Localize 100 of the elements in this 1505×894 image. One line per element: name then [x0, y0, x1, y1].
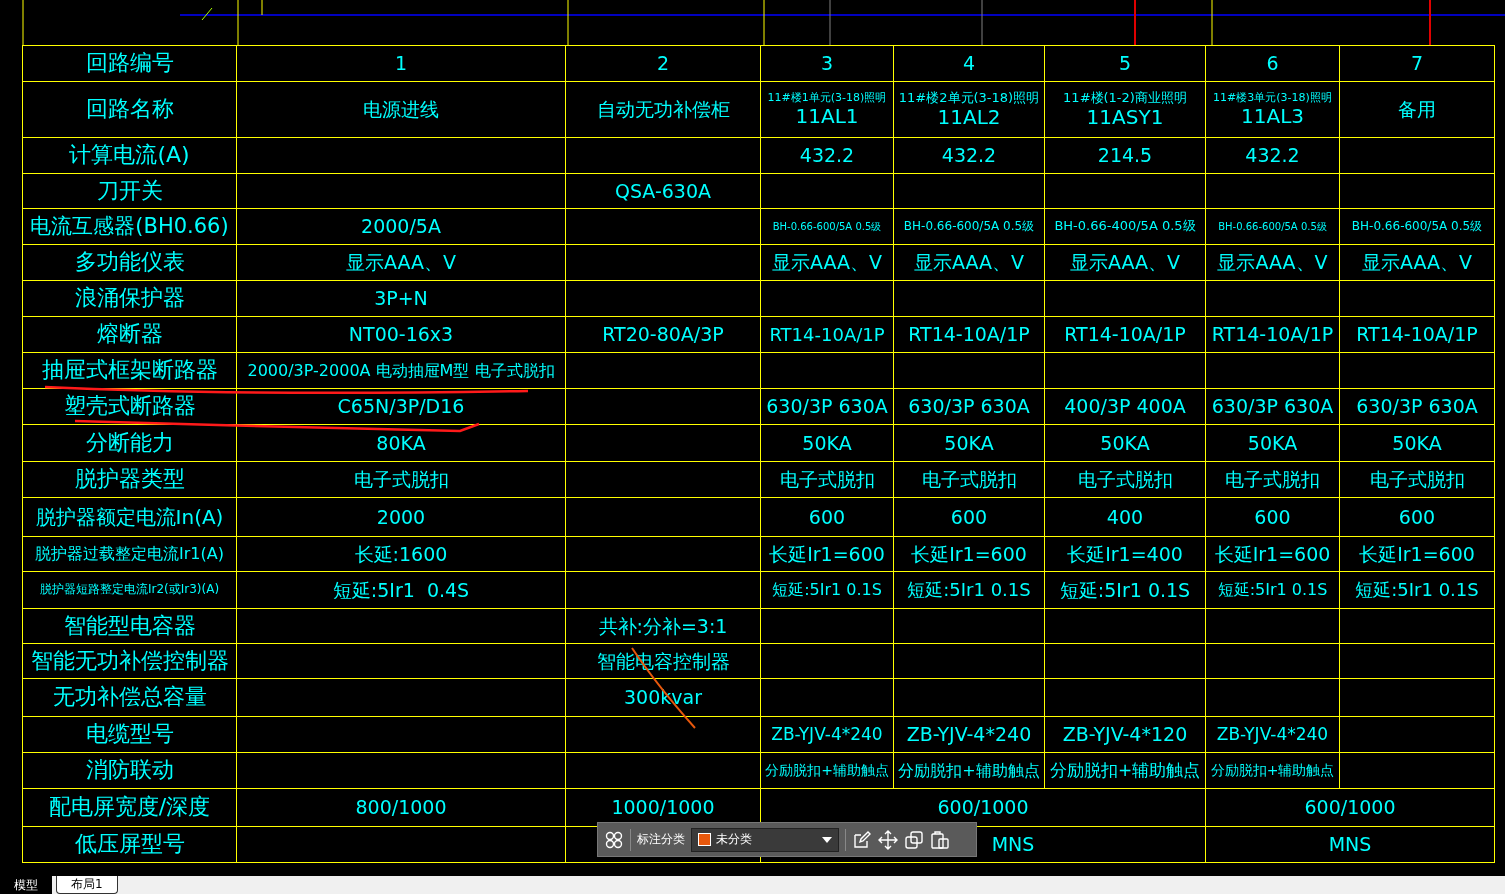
table-cell: 400: [1106, 506, 1144, 528]
table-cell: 短延:5Ir1 0.1S: [772, 581, 882, 599]
table-cell: 50KA: [1100, 432, 1150, 454]
layout-tab[interactable]: 模型: [0, 876, 52, 894]
table-cell: 80KA: [376, 432, 426, 454]
row-label: 智能无功补偿控制器: [30, 648, 229, 674]
row-label: 脱护器额定电流In(A): [35, 506, 224, 528]
table-cell: 长延Ir1=600: [1359, 543, 1475, 565]
table-cell: 4: [962, 53, 976, 74]
row-label: 浪涌保护器: [74, 286, 185, 311]
table-cell: ZB-YJV-4*240: [1216, 725, 1329, 744]
table-cell: 7: [1410, 53, 1424, 74]
row-label: 配电屏宽度/深度: [48, 795, 211, 820]
table-cell: 显示AAA、V: [913, 252, 1025, 273]
table-cell: 电子式脱扣: [779, 469, 875, 490]
table-cell: BH-0.66-600/5A 0.5级: [903, 219, 1035, 234]
table-cell: BH-0.66-600/5A 0.5级: [1351, 219, 1483, 234]
row-label: 电缆型号: [85, 722, 174, 747]
row-label: 脱护器短路整定电流Ir2(或Ir3)(A): [39, 583, 220, 597]
row-label: 回路编号: [85, 51, 174, 76]
row-label: 消防联动: [85, 758, 174, 783]
paste-icon[interactable]: [930, 829, 950, 850]
table-cell: 电源进线: [363, 99, 439, 120]
table-cell: 长延Ir1=600: [911, 543, 1027, 565]
row-label: 刀开关: [96, 178, 163, 204]
table-cell: 50KA: [944, 432, 994, 454]
row-label: 熔断器: [96, 322, 163, 347]
table-cell: 600: [808, 506, 846, 528]
row-label: 智能型电容器: [63, 613, 196, 639]
apps-icon[interactable]: [604, 829, 624, 850]
table-cell: MNS: [1328, 834, 1372, 855]
table-cell: 自动无功补偿柜: [596, 99, 730, 120]
table-cell: 长延Ir1=600: [769, 543, 885, 565]
table-cell: 400/3P 400A: [1064, 396, 1186, 417]
table-cell: QSA-630A: [614, 180, 712, 202]
table-cell: 800/1000: [355, 797, 447, 818]
circuit-code: 11ASY1: [1086, 105, 1164, 128]
row-label: 抽屉式框架断路器: [41, 358, 218, 383]
table-cell: C65N/3P/D16: [337, 396, 465, 417]
row-label: 低压屏型号: [74, 832, 185, 857]
table-cell: 600: [1254, 506, 1291, 528]
table-cell: 备用: [1398, 99, 1436, 120]
table-cell: 2000: [376, 506, 426, 528]
table-cell: 电子式脱扣: [921, 469, 1017, 490]
table-cell: NT00-16x3: [348, 324, 454, 345]
table-cell: 长延Ir1=400: [1067, 543, 1183, 565]
row-label: 无功补偿总容量: [52, 685, 207, 710]
table-cell: 分励脱扣+辅助触点: [1049, 761, 1201, 780]
table-cell: 显示AAA、V: [1217, 252, 1328, 273]
table-cell: 短延:5Ir1 0.1S: [907, 580, 1031, 600]
table-cell: 2: [656, 53, 670, 74]
table-cell: 短延:5Ir1 0.1S: [1355, 580, 1479, 600]
table-cell: 214.5: [1097, 145, 1153, 166]
table-cell: 短延:5Ir1 0.4S: [332, 579, 470, 601]
table-cell: RT20-80A/3P: [602, 324, 724, 345]
table-cell: 600/1000: [937, 797, 1029, 818]
table-cell: MNS: [991, 834, 1035, 855]
row-label: 多功能仪表: [74, 250, 185, 275]
category-dropdown[interactable]: 未分类: [691, 827, 839, 852]
layout-tab[interactable]: 布局1: [56, 876, 118, 894]
table-cell: RT14-10A/1P: [1064, 324, 1186, 345]
table-cell: 600: [950, 506, 988, 528]
edit-icon[interactable]: [852, 829, 872, 850]
table-cell: 630/3P 630A: [1356, 396, 1478, 417]
table-cell: ZB-YJV-4*240: [771, 725, 883, 744]
table-cell: 电子式脱扣: [1077, 469, 1173, 490]
table-cell: 600/1000: [1304, 797, 1396, 818]
table-cell: BH-0.66-600/5A 0.5级: [1218, 221, 1327, 232]
table-cell: 显示AAA、V: [771, 252, 883, 273]
table-cell: 1: [394, 53, 408, 74]
table-cell: 长延Ir1=600: [1214, 543, 1331, 565]
table-cell: 电子式脱扣: [1369, 469, 1465, 490]
table-cell: 长延:1600: [354, 543, 448, 565]
row-label: 脱护器类型: [74, 467, 185, 492]
table-cell: RT14-10A/1P: [1356, 324, 1478, 345]
table-cell: 50KA: [1247, 432, 1298, 454]
table-cell: RT14-10A/1P: [908, 324, 1030, 345]
table-cell: 432.2: [941, 145, 997, 166]
table-cell: RT14-10A/1P: [769, 324, 885, 345]
table-cell: 电子式脱扣: [353, 469, 449, 490]
table-cell: BH-0.66-400/5A 0.5级: [1054, 219, 1196, 234]
table-cell: 2000/3P-2000A 电动抽屉M型 电子式脱扣: [247, 361, 555, 380]
table-cell: 共补:分补=3:1: [598, 615, 728, 637]
circuit-name: 11#楼(1-2)商业照明: [1063, 91, 1187, 106]
table-cell: 分励脱扣+辅助触点: [765, 762, 889, 779]
table-cell: 分励脱扣+辅助触点: [1210, 762, 1335, 779]
toolbar-label: 标注分类: [637, 831, 685, 848]
circuit-name: 11#楼1单元(3-18)照明: [767, 92, 887, 105]
table-cell: 432.2: [1245, 145, 1300, 166]
copy-icon[interactable]: [904, 829, 924, 850]
table-cell: 短延:5Ir1 0.1S: [1217, 581, 1328, 599]
circuit-name: 11#楼2单元(3-18)照明: [898, 91, 1040, 106]
row-label: 脱护器过载整定电流Ir1(A): [35, 545, 224, 563]
row-label: 计算电流(A): [69, 143, 190, 168]
table-cell: 630/3P 630A: [766, 396, 888, 417]
move-icon[interactable]: [878, 829, 898, 850]
table-cell: 显示AAA、V: [1361, 252, 1473, 273]
table-cell: 短延:5Ir1 0.1S: [1059, 579, 1191, 601]
table-cell: 分励脱扣+辅助触点: [898, 761, 1040, 780]
table-cell: 显示AAA、V: [345, 252, 457, 273]
